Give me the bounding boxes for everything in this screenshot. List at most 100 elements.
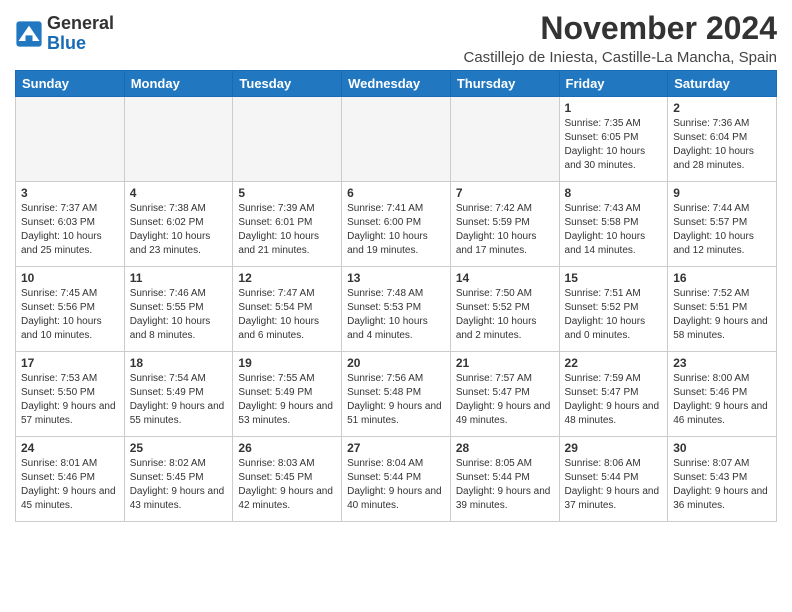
day-info: Sunrise: 7:56 AMSunset: 5:48 PMDaylight:… [347, 372, 445, 428]
day-info: Sunrise: 7:53 AMSunset: 5:50 PMDaylight:… [21, 372, 119, 428]
day-info: Sunrise: 7:37 AMSunset: 6:03 PMDaylight:… [21, 202, 119, 258]
day-cell: 13 Sunrise: 7:48 AMSunset: 5:53 PMDayligh… [342, 267, 451, 352]
weekday-header-friday: Friday [559, 71, 668, 97]
day-cell: 16 Sunrise: 7:52 AMSunset: 5:51 PMDayligh… [668, 267, 777, 352]
day-cell [450, 97, 559, 182]
week-row-5: 24 Sunrise: 8:01 AMSunset: 5:46 PMDayligh… [16, 437, 777, 522]
logo-blue: Blue [47, 34, 114, 54]
day-info: Sunrise: 8:05 AMSunset: 5:44 PMDaylight:… [456, 457, 554, 513]
day-number: 16 [673, 271, 771, 285]
day-number: 25 [130, 441, 228, 455]
day-cell [233, 97, 342, 182]
day-cell: 21 Sunrise: 7:57 AMSunset: 5:47 PMDayligh… [450, 352, 559, 437]
day-cell: 11 Sunrise: 7:46 AMSunset: 5:55 PMDayligh… [124, 267, 233, 352]
week-row-4: 17 Sunrise: 7:53 AMSunset: 5:50 PMDayligh… [16, 352, 777, 437]
day-info: Sunrise: 7:46 AMSunset: 5:55 PMDaylight:… [130, 287, 228, 343]
day-number: 29 [565, 441, 663, 455]
day-info: Sunrise: 7:38 AMSunset: 6:02 PMDaylight:… [130, 202, 228, 258]
day-number: 1 [565, 101, 663, 115]
day-number: 27 [347, 441, 445, 455]
day-info: Sunrise: 7:42 AMSunset: 5:59 PMDaylight:… [456, 202, 554, 258]
day-cell: 4Sunrise: 7:38 AMSunset: 6:02 PMDaylight… [124, 182, 233, 267]
day-number: 13 [347, 271, 445, 285]
day-info: Sunrise: 7:48 AMSunset: 5:53 PMDaylight:… [347, 287, 445, 343]
day-info: Sunrise: 7:50 AMSunset: 5:52 PMDaylight:… [456, 287, 554, 343]
day-cell: 28Sunrise: 8:05 AMSunset: 5:44 PMDayligh… [450, 437, 559, 522]
day-info: Sunrise: 8:07 AMSunset: 5:43 PMDaylight:… [673, 457, 771, 513]
day-number: 7 [456, 186, 554, 200]
day-number: 18 [130, 356, 228, 370]
day-cell: 22 Sunrise: 7:59 AMSunset: 5:47 PMDayligh… [559, 352, 668, 437]
day-info: Sunrise: 7:52 AMSunset: 5:51 PMDaylight:… [673, 287, 771, 343]
day-cell: 10 Sunrise: 7:45 AMSunset: 5:56 PMDayligh… [16, 267, 125, 352]
day-info: Sunrise: 7:44 AMSunset: 5:57 PMDaylight:… [673, 202, 771, 258]
day-number: 11 [130, 271, 228, 285]
logo-icon [15, 20, 43, 48]
day-info: Sunrise: 7:54 AMSunset: 5:49 PMDaylight:… [130, 372, 228, 428]
day-info: Sunrise: 8:01 AMSunset: 5:46 PMDaylight:… [21, 457, 119, 513]
day-info: Sunrise: 7:51 AMSunset: 5:52 PMDaylight:… [565, 287, 663, 343]
day-number: 9 [673, 186, 771, 200]
day-info: Sunrise: 7:36 AMSunset: 6:04 PMDaylight:… [673, 117, 771, 173]
weekday-header-wednesday: Wednesday [342, 71, 451, 97]
day-cell: 30 Sunrise: 8:07 AMSunset: 5:43 PMDayligh… [668, 437, 777, 522]
day-info: Sunrise: 7:39 AMSunset: 6:01 PMDaylight:… [238, 202, 336, 258]
day-info: Sunrise: 7:59 AMSunset: 5:47 PMDaylight:… [565, 372, 663, 428]
logo-general: General [47, 14, 114, 34]
day-info: Sunrise: 7:57 AMSunset: 5:47 PMDaylight:… [456, 372, 554, 428]
day-cell: 26 Sunrise: 8:03 AMSunset: 5:45 PMDayligh… [233, 437, 342, 522]
day-cell: 27Sunrise: 8:04 AMSunset: 5:44 PMDayligh… [342, 437, 451, 522]
day-info: Sunrise: 8:00 AMSunset: 5:46 PMDaylight:… [673, 372, 771, 428]
day-cell: 19Sunrise: 7:55 AMSunset: 5:49 PMDayligh… [233, 352, 342, 437]
day-cell: 18 Sunrise: 7:54 AMSunset: 5:49 PMDayligh… [124, 352, 233, 437]
day-number: 23 [673, 356, 771, 370]
weekday-header-sunday: Sunday [16, 71, 125, 97]
weekday-header-monday: Monday [124, 71, 233, 97]
day-number: 2 [673, 101, 771, 115]
day-info: Sunrise: 7:47 AMSunset: 5:54 PMDaylight:… [238, 287, 336, 343]
day-number: 10 [21, 271, 119, 285]
day-cell: 20 Sunrise: 7:56 AMSunset: 5:48 PMDayligh… [342, 352, 451, 437]
day-number: 14 [456, 271, 554, 285]
day-info: Sunrise: 8:03 AMSunset: 5:45 PMDaylight:… [238, 457, 336, 513]
day-number: 6 [347, 186, 445, 200]
title-area: November 2024 Castillejo de Iniesta, Cas… [464, 10, 778, 66]
day-cell: 17 Sunrise: 7:53 AMSunset: 5:50 PMDayligh… [16, 352, 125, 437]
day-cell: 25 Sunrise: 8:02 AMSunset: 5:45 PMDayligh… [124, 437, 233, 522]
day-number: 22 [565, 356, 663, 370]
day-cell [342, 97, 451, 182]
day-number: 21 [456, 356, 554, 370]
weekday-header-thursday: Thursday [450, 71, 559, 97]
day-number: 20 [347, 356, 445, 370]
day-cell: 8 Sunrise: 7:43 AMSunset: 5:58 PMDaylight… [559, 182, 668, 267]
day-info: Sunrise: 7:43 AMSunset: 5:58 PMDaylight:… [565, 202, 663, 258]
day-number: 8 [565, 186, 663, 200]
day-cell: 1 Sunrise: 7:35 AMSunset: 6:05 PMDaylight… [559, 97, 668, 182]
month-title: November 2024 [464, 10, 778, 47]
day-info: Sunrise: 7:45 AMSunset: 5:56 PMDaylight:… [21, 287, 119, 343]
day-number: 19 [238, 356, 336, 370]
day-info: Sunrise: 7:41 AMSunset: 6:00 PMDaylight:… [347, 202, 445, 258]
day-cell [124, 97, 233, 182]
day-number: 5 [238, 186, 336, 200]
day-cell: 12 Sunrise: 7:47 AMSunset: 5:54 PMDayligh… [233, 267, 342, 352]
day-number: 26 [238, 441, 336, 455]
day-cell: 3Sunrise: 7:37 AMSunset: 6:03 PMDaylight… [16, 182, 125, 267]
header: General Blue November 2024 Castillejo de… [15, 10, 777, 66]
week-row-1: 1 Sunrise: 7:35 AMSunset: 6:05 PMDaylight… [16, 97, 777, 182]
day-info: Sunrise: 8:06 AMSunset: 5:44 PMDaylight:… [565, 457, 663, 513]
day-info: Sunrise: 7:35 AMSunset: 6:05 PMDaylight:… [565, 117, 663, 173]
day-number: 30 [673, 441, 771, 455]
day-number: 17 [21, 356, 119, 370]
day-number: 12 [238, 271, 336, 285]
calendar-table: SundayMondayTuesdayWednesdayThursdayFrid… [15, 70, 777, 522]
day-cell: 6 Sunrise: 7:41 AMSunset: 6:00 PMDaylight… [342, 182, 451, 267]
weekday-header-tuesday: Tuesday [233, 71, 342, 97]
day-cell: 5 Sunrise: 7:39 AMSunset: 6:01 PMDaylight… [233, 182, 342, 267]
day-info: Sunrise: 8:02 AMSunset: 5:45 PMDaylight:… [130, 457, 228, 513]
weekday-header-row: SundayMondayTuesdayWednesdayThursdayFrid… [16, 71, 777, 97]
day-cell: 29 Sunrise: 8:06 AMSunset: 5:44 PMDayligh… [559, 437, 668, 522]
week-row-3: 10 Sunrise: 7:45 AMSunset: 5:56 PMDayligh… [16, 267, 777, 352]
day-number: 24 [21, 441, 119, 455]
day-cell: 9 Sunrise: 7:44 AMSunset: 5:57 PMDaylight… [668, 182, 777, 267]
